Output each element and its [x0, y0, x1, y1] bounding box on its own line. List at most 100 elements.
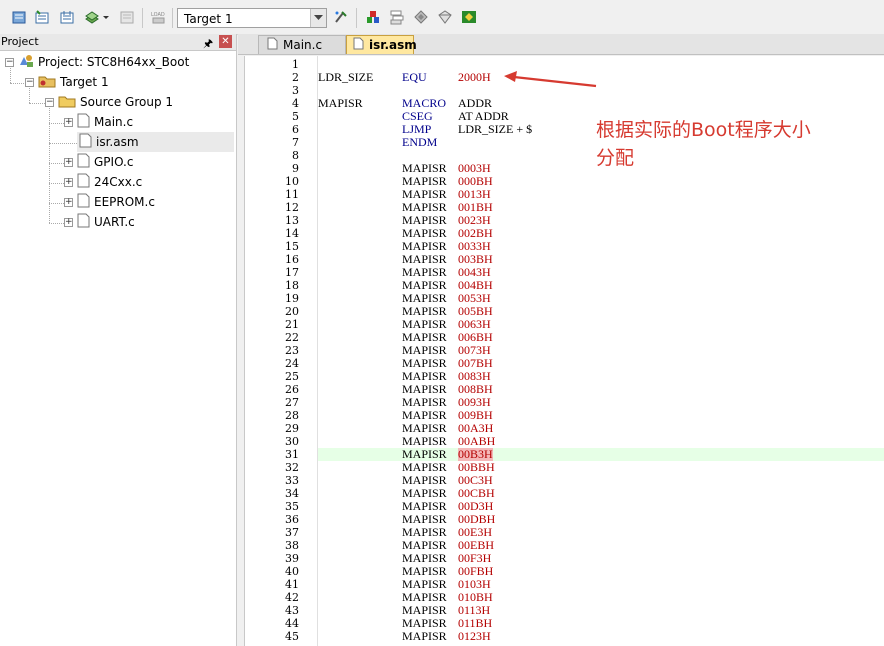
- line-number: 12: [285, 201, 299, 214]
- chevron-down-icon[interactable]: [310, 9, 326, 27]
- line-number: 17: [285, 266, 299, 279]
- code-directive: ENDM: [402, 135, 438, 149]
- select-packs-icon[interactable]: [436, 8, 454, 26]
- tree-label-file: Main.c: [94, 115, 134, 129]
- tree-label-file: isr.asm: [96, 135, 139, 149]
- line-number: 24: [285, 357, 299, 370]
- line-number: 40: [285, 565, 299, 578]
- tree-item-file[interactable]: + GPIO.c: [64, 152, 133, 172]
- line-number: 44: [285, 617, 299, 630]
- line-number-gutter: 1 2 3 4 5 6 7 8 9 10 11 12 13 14 15 16 17 18 19 20 21 22 23 24 2…: [245, 56, 318, 646]
- target-select[interactable]: Target 1: [177, 8, 327, 28]
- code-line[interactable]: MAPISR 0123H: [318, 630, 884, 643]
- line-number: 31: [285, 448, 299, 461]
- tree-item-file[interactable]: + UART.c: [64, 212, 135, 232]
- line-number: 41: [285, 578, 299, 591]
- target-options-icon[interactable]: [332, 8, 350, 26]
- line-number: 11: [285, 188, 299, 201]
- project-panel-header: Project 🖈 ✕: [0, 34, 236, 51]
- expand-icon[interactable]: +: [64, 197, 73, 207]
- rebuild-icon[interactable]: [58, 8, 76, 26]
- tree-item-file[interactable]: + 24Cxx.c: [64, 172, 142, 192]
- file-extensions-icon[interactable]: [388, 8, 406, 26]
- tree-item-source-group[interactable]: − Source Group 1: [45, 92, 173, 112]
- line-number: 9: [292, 162, 299, 175]
- line-number: 22: [285, 331, 299, 344]
- line-number: 27: [285, 396, 299, 409]
- target-select-value: Target 1: [184, 12, 233, 26]
- close-icon[interactable]: ✕: [219, 35, 232, 48]
- project-panel: Project 🖈 ✕ − Project: STC8H64xx_Boot − …: [0, 34, 237, 646]
- code-label: LDR_SIZE: [318, 70, 374, 84]
- translate-icon[interactable]: [10, 8, 28, 26]
- folder-icon: [58, 94, 76, 111]
- tree-item-project[interactable]: − Project: STC8H64xx_Boot: [5, 52, 189, 72]
- expand-icon[interactable]: +: [64, 117, 73, 127]
- tree-item-file[interactable]: + Main.c: [64, 112, 133, 132]
- collapse-icon[interactable]: −: [5, 57, 14, 67]
- code-line[interactable]: LDR_SIZE EQU 2000H: [318, 71, 884, 84]
- line-number: 33: [285, 474, 299, 487]
- tree-item-file[interactable]: + EEPROM.c: [64, 192, 155, 212]
- annotation-line: 分配: [596, 147, 635, 169]
- line-number: 43: [285, 604, 299, 617]
- env-icon[interactable]: [460, 8, 478, 26]
- tree-line: [49, 203, 64, 204]
- line-number: 7: [292, 136, 299, 149]
- batch-build-icon[interactable]: [83, 8, 101, 26]
- tree-line: [49, 223, 64, 224]
- stop-build-icon: [118, 8, 136, 26]
- tree-item-target[interactable]: − Target 1: [25, 72, 109, 92]
- line-number: 13: [285, 214, 299, 227]
- pack-installer-icon[interactable]: [412, 8, 430, 26]
- editor-tabbar: Main.c isr.asm: [238, 34, 884, 55]
- tree-line: [49, 143, 77, 144]
- expand-icon[interactable]: +: [64, 157, 73, 167]
- tree-label-file: GPIO.c: [94, 155, 134, 169]
- line-number: 21: [285, 318, 299, 331]
- tree-label-file: 24Cxx.c: [94, 175, 143, 189]
- tab-isr-asm[interactable]: isr.asm: [346, 35, 417, 54]
- line-number: 16: [285, 253, 299, 266]
- tree-line: [49, 183, 64, 184]
- toolbar: LOAD Target 1: [0, 0, 884, 35]
- line-number: 45: [285, 630, 299, 643]
- line-number: 38: [285, 539, 299, 552]
- toolbar-separator: [142, 8, 143, 28]
- line-number: 8: [292, 149, 299, 162]
- line-number: 20: [285, 305, 299, 318]
- chevron-down-icon[interactable]: [101, 8, 111, 26]
- tree-label-file: UART.c: [94, 215, 135, 229]
- tab-label: isr.asm: [369, 38, 417, 52]
- line-number: 34: [285, 487, 299, 500]
- line-number: 14: [285, 227, 299, 240]
- svg-text:LOAD: LOAD: [151, 12, 165, 18]
- tab-main-c[interactable]: Main.c: [258, 35, 346, 54]
- tree-label-project: Project: STC8H64xx_Boot: [38, 55, 190, 69]
- code-operand: LDR_SIZE + $: [458, 122, 533, 136]
- download-icon[interactable]: LOAD: [150, 8, 168, 26]
- line-number: 25: [285, 370, 299, 383]
- tree-item-file-selected[interactable]: isr.asm: [77, 132, 234, 152]
- manage-components-icon[interactable]: [364, 8, 382, 26]
- build-icon[interactable]: [33, 8, 51, 26]
- pin-icon[interactable]: 🖈: [203, 35, 215, 50]
- annotation-note: 根据实际的Boot程序大小 分配: [596, 116, 856, 172]
- tab-label: Main.c: [283, 38, 323, 52]
- collapse-icon[interactable]: −: [45, 97, 54, 107]
- toolbar-separator: [172, 8, 173, 28]
- annotation-arrow: [504, 71, 597, 88]
- expand-icon[interactable]: +: [64, 177, 73, 187]
- file-icon: [77, 153, 90, 171]
- code-directive: EQU: [402, 70, 427, 84]
- tree-label-source-group: Source Group 1: [80, 95, 174, 109]
- line-number: 29: [285, 422, 299, 435]
- line-number: 10: [285, 175, 299, 188]
- collapse-icon[interactable]: −: [25, 77, 34, 87]
- line-number: 1: [292, 58, 299, 71]
- tree-line: [49, 108, 50, 223]
- expand-icon[interactable]: +: [64, 217, 73, 227]
- line-number: 15: [285, 240, 299, 253]
- line-number: 23: [285, 344, 299, 357]
- code-operand: 0123H: [458, 629, 491, 643]
